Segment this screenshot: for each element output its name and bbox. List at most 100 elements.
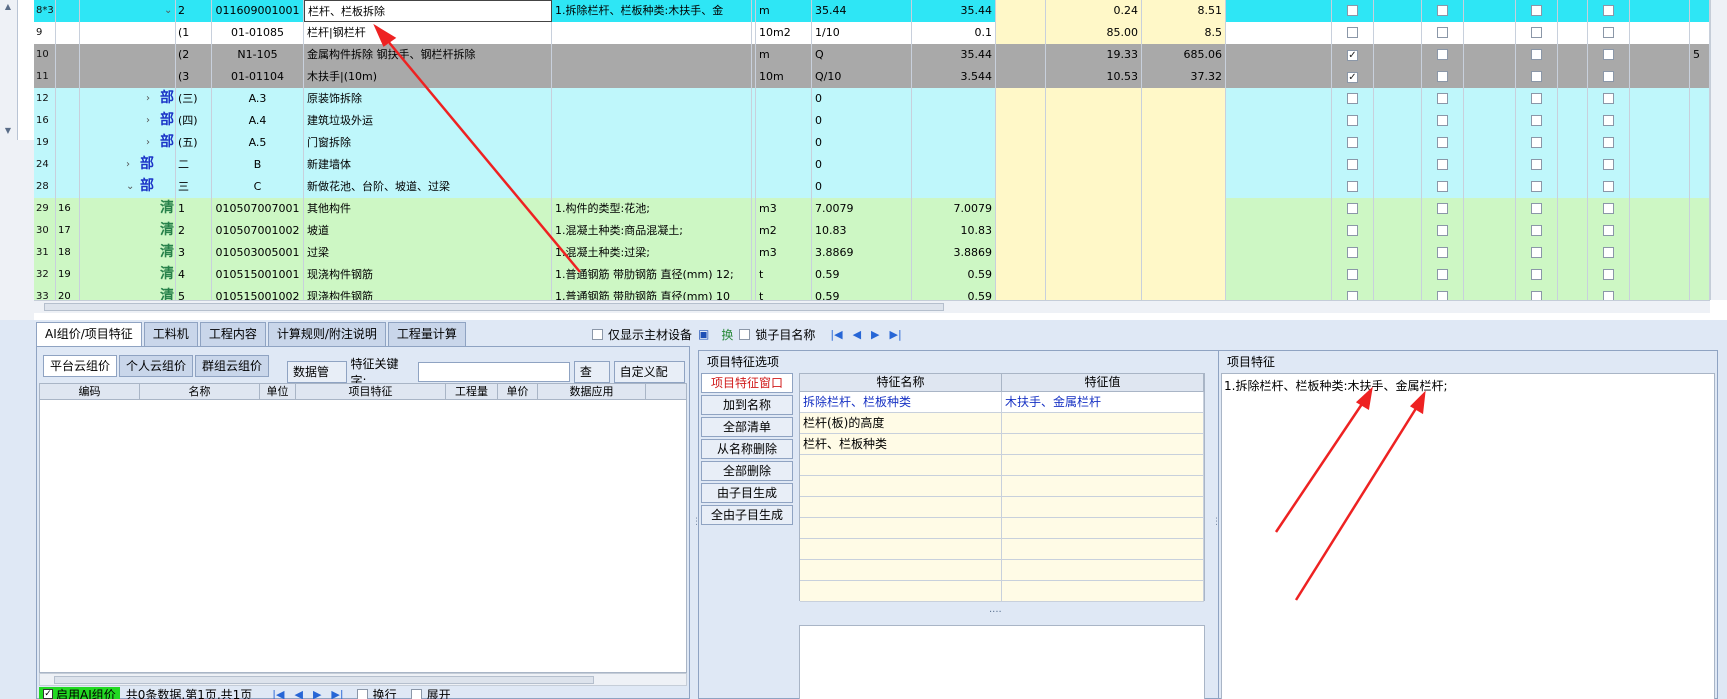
feature-row[interactable] [800, 497, 1204, 518]
feature-name[interactable] [800, 539, 1002, 559]
checkbox-cell[interactable] [1332, 132, 1374, 154]
sequence-cell[interactable]: 2 [176, 220, 212, 242]
code-cell[interactable]: A.4 [212, 110, 304, 132]
extra-cell[interactable]: 5 [1690, 44, 1710, 66]
checkbox-cell[interactable] [1332, 242, 1374, 264]
cloud-scroll-thumb[interactable] [54, 676, 594, 684]
price-cell[interactable] [1046, 176, 1142, 198]
col-price[interactable]: 单价 [498, 384, 538, 399]
name-cell[interactable]: 原装饰拆除 [304, 88, 552, 110]
extra-cell[interactable] [1690, 220, 1710, 242]
checkbox-cell[interactable] [1332, 154, 1374, 176]
quantity-cell[interactable]: 10.83 [912, 220, 996, 242]
row-checkbox[interactable] [1437, 5, 1448, 16]
expression-cell[interactable]: 35.44 [812, 0, 912, 22]
unit-cell[interactable] [756, 110, 812, 132]
left-scrollbar[interactable]: ▲ ▼ [0, 0, 18, 140]
sequence-cell[interactable]: 4 [176, 264, 212, 286]
total-cell[interactable]: 37.32 [1142, 66, 1226, 88]
total-cell[interactable] [1142, 286, 1226, 300]
quantity-cell[interactable]: 35.44 [912, 44, 996, 66]
expression-cell[interactable]: 10.83 [812, 220, 912, 242]
extra-cell[interactable] [1690, 0, 1710, 22]
blank-cell[interactable] [1226, 132, 1332, 154]
name-cell[interactable]: 现浇构件钢筋 [304, 264, 552, 286]
blank-cell[interactable] [1374, 176, 1422, 198]
row-checkbox[interactable] [1531, 291, 1542, 300]
checkbox-cell[interactable] [1588, 88, 1630, 110]
table-row[interactable]: 29 16 清 1 010507007001 其他构件 1.构件的类型:花池; m3 7.007… [34, 198, 1710, 220]
col-code[interactable]: 编码 [40, 384, 140, 399]
row-checkbox[interactable] [1437, 49, 1448, 60]
name-cell[interactable]: 坡道 [304, 220, 552, 242]
quantity-cell[interactable]: 0.59 [912, 264, 996, 286]
row-checkbox[interactable] [1347, 269, 1358, 280]
blank-cell[interactable] [1226, 286, 1332, 300]
sequence-cell[interactable]: 三 [176, 176, 212, 198]
sequence-cell[interactable]: (三) [176, 88, 212, 110]
price-cell[interactable] [1046, 154, 1142, 176]
expression-cell[interactable]: 0 [812, 88, 912, 110]
search-button[interactable]: 查找 [573, 361, 610, 399]
blank-cell[interactable] [1464, 198, 1516, 220]
unit-cell[interactable] [756, 176, 812, 198]
total-cell[interactable] [1142, 198, 1226, 220]
blank-cell[interactable] [1374, 0, 1422, 22]
price-cell[interactable] [1046, 220, 1142, 242]
expression-cell[interactable]: 0.59 [812, 286, 912, 300]
blank-cell[interactable] [996, 22, 1046, 44]
expression-cell[interactable]: Q/10 [812, 66, 912, 88]
price-cell[interactable] [1046, 110, 1142, 132]
row-checkbox[interactable] [1437, 159, 1448, 170]
code-cell[interactable]: 010515001001 [212, 264, 304, 286]
blank-cell[interactable] [1226, 88, 1332, 110]
tab-work-content[interactable]: 工程内容 [199, 322, 266, 346]
feature-cell[interactable]: 1.拆除栏杆、栏板种类:木扶手、金 [552, 0, 752, 22]
checkbox-cell[interactable] [1422, 132, 1464, 154]
feature-cell[interactable] [552, 110, 752, 132]
blank-cell[interactable] [1558, 88, 1588, 110]
row-checkbox[interactable] [1437, 93, 1448, 104]
unit-cell[interactable]: 10m [756, 66, 812, 88]
blank-cell[interactable] [1464, 176, 1516, 198]
checkbox-cell[interactable] [1588, 44, 1630, 66]
checkbox-cell[interactable] [1588, 176, 1630, 198]
blank-cell[interactable] [1464, 132, 1516, 154]
total-cell[interactable] [1142, 220, 1226, 242]
blank-cell[interactable] [1464, 264, 1516, 286]
sub-number[interactable]: 19 [56, 264, 80, 286]
feature-cell[interactable]: 1.混凝土种类:过梁; [552, 242, 752, 264]
row-checkbox[interactable] [1347, 291, 1358, 300]
row-checkbox[interactable] [1603, 181, 1614, 192]
chevron-right-icon[interactable]: › [146, 88, 150, 109]
checkbox-cell[interactable] [1516, 220, 1558, 242]
splitter-dots-icon[interactable]: ···· [989, 607, 1002, 618]
blank-cell[interactable] [1374, 66, 1422, 88]
checkbox-cell[interactable] [1422, 176, 1464, 198]
feature-cell[interactable] [552, 88, 752, 110]
row-checkbox[interactable] [1437, 115, 1448, 126]
row-checkbox[interactable] [1531, 27, 1542, 38]
row-number[interactable]: 33 [34, 286, 56, 300]
row-checkbox[interactable] [1531, 115, 1542, 126]
blank-cell[interactable] [1558, 264, 1588, 286]
checkbox-cell[interactable] [1588, 0, 1630, 22]
sub-number[interactable] [56, 44, 80, 66]
checkbox-cell[interactable] [1516, 66, 1558, 88]
row-number[interactable]: 19 [34, 132, 56, 154]
unit-cell[interactable]: m [756, 0, 812, 22]
name-cell[interactable]: 其他构件 [304, 198, 552, 220]
blank-cell[interactable] [1630, 110, 1690, 132]
quantity-cell[interactable] [912, 176, 996, 198]
price-cell[interactable] [1046, 198, 1142, 220]
row-checkbox[interactable] [1347, 225, 1358, 236]
prev-page-icon[interactable]: ◀ [853, 328, 861, 341]
item-type[interactable]: 子 [80, 44, 176, 66]
feature-row[interactable] [800, 476, 1204, 497]
total-cell[interactable]: 685.06 [1142, 44, 1226, 66]
sub-number[interactable]: 18 [56, 242, 80, 264]
remove-from-name-button[interactable]: 从名称删除 [701, 439, 793, 459]
blank-cell[interactable] [1226, 176, 1332, 198]
tab-ai-pricing[interactable]: AI组价/项目特征 [36, 322, 142, 346]
checkbox-cell[interactable] [1588, 220, 1630, 242]
